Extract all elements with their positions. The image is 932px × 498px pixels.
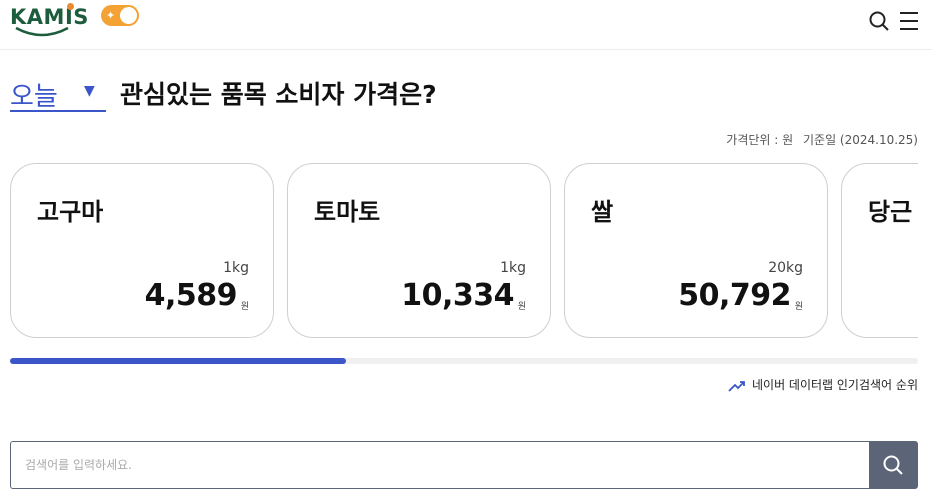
- logo-swoosh: [15, 26, 69, 37]
- hamburger-menu-icon: [900, 12, 918, 30]
- card-item-name: 당근: [868, 198, 913, 226]
- period-dropdown[interactable]: 오늘 ▼: [10, 74, 106, 112]
- card-price: 50,792: [678, 278, 791, 313]
- price-card[interactable]: 당근: [841, 163, 918, 338]
- page-title: 관심있는 품목 소비자 가격은?: [120, 80, 437, 109]
- reference-date-label: 기준일 (2024.10.25): [802, 133, 918, 147]
- price-unit-label: 가격단위 : 원: [726, 133, 794, 147]
- star-icon: ✦: [106, 9, 116, 22]
- card-item-name: 쌀: [591, 198, 614, 226]
- search-icon: [869, 11, 889, 31]
- hamburger-menu-button[interactable]: [898, 10, 920, 32]
- kamis-logo[interactable]: KAMIS: [10, 3, 90, 41]
- card-currency: 원: [794, 302, 803, 312]
- card-price: 4,589: [144, 278, 238, 313]
- card-price: 10,334: [401, 278, 514, 313]
- toggle-knob: [120, 7, 137, 24]
- card-unit: 20kg: [768, 260, 803, 276]
- search-input[interactable]: [11, 442, 869, 488]
- price-unit-info: 가격단위 : 원 기준일 (2024.10.25): [726, 131, 918, 148]
- card-item-name: 고구마: [37, 198, 104, 226]
- price-card[interactable]: 고구마 1kg 4,589 원: [10, 163, 274, 338]
- period-selected-value: 오늘: [10, 82, 58, 112]
- price-card[interactable]: 토마토 1kg 10,334 원: [287, 163, 551, 338]
- trend-link-label: 네이버 데이터랩 인기검색어 순위: [751, 378, 918, 392]
- site-header: KAMIS ✦: [0, 0, 932, 50]
- carousel-progress-fill: [10, 358, 346, 364]
- chevron-down-icon: ▼: [84, 83, 95, 99]
- card-unit: 1kg: [500, 260, 526, 276]
- price-card[interactable]: 쌀 20kg 50,792 원: [564, 163, 828, 338]
- naver-datalab-link[interactable]: 네이버 데이터랩 인기검색어 순위: [728, 376, 918, 393]
- card-currency: 원: [240, 302, 249, 312]
- logo-dot: [67, 3, 74, 10]
- card-item-name: 토마토: [314, 198, 381, 226]
- header-search-button[interactable]: [868, 10, 890, 32]
- search-icon: [883, 455, 903, 475]
- card-unit: 1kg: [223, 260, 249, 276]
- theme-toggle[interactable]: ✦: [101, 5, 139, 26]
- trending-up-icon: [728, 380, 745, 392]
- search-button[interactable]: [869, 442, 917, 488]
- carousel-progress-bar[interactable]: [10, 358, 918, 364]
- card-currency: 원: [517, 302, 526, 312]
- price-card-carousel[interactable]: 고구마 1kg 4,589 원 토마토 1kg 10,334 원 쌀 20kg …: [0, 163, 918, 339]
- search-box: [10, 441, 918, 489]
